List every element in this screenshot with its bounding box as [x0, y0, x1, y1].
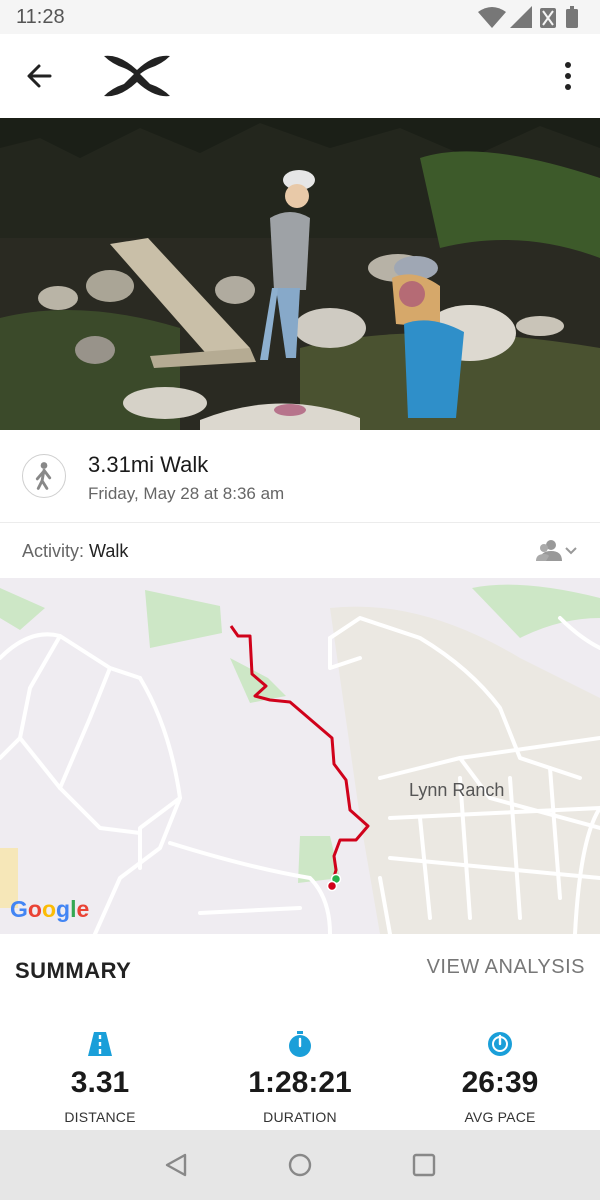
route-start-marker	[326, 880, 338, 892]
signal-icon	[510, 6, 532, 28]
privacy-friends-icon[interactable]	[534, 537, 580, 565]
stopwatch-icon	[289, 1031, 311, 1057]
wifi-icon	[478, 7, 506, 28]
distance-value: 3.31	[70, 1066, 130, 1099]
nav-recents-icon[interactable]	[408, 1149, 440, 1181]
no-sim-icon	[540, 8, 556, 28]
view-analysis-button[interactable]: VIEW ANALYSIS	[427, 956, 585, 979]
google-attribution: Google	[10, 896, 90, 922]
activity-date: Friday, May 28 at 8:36 am	[88, 484, 285, 503]
road-icon	[88, 1032, 112, 1056]
more-options-icon[interactable]	[552, 56, 584, 96]
distance-label: DISTANCE	[64, 1109, 136, 1125]
nav-home-icon[interactable]	[284, 1149, 316, 1181]
stats-row: 3.31 DISTANCE 1:28:21 DURATION 26:39 AVG…	[0, 1010, 600, 1132]
status-icons	[478, 6, 578, 28]
activity-photo[interactable]	[0, 118, 600, 430]
stat-distance: 3.31 DISTANCE	[0, 1010, 200, 1132]
status-bar: 11:28	[0, 0, 600, 34]
duration-label: DURATION	[263, 1109, 337, 1125]
activity-type-row[interactable]: Activity: Walk	[0, 522, 600, 578]
stat-duration: 1:28:21 DURATION	[200, 1010, 400, 1132]
activity-title: 3.31mi Walk	[88, 452, 209, 477]
map-place-label: Lynn Ranch	[409, 780, 505, 800]
stat-pace: 26:39 AVG PACE	[400, 1010, 600, 1132]
activity-header: 3.31mi Walk Friday, May 28 at 8:36 am	[0, 430, 600, 522]
status-time: 11:28	[16, 6, 65, 28]
activity-type-value: Walk	[89, 541, 129, 561]
summary-section: SUMMARY VIEW ANALYSIS	[0, 934, 600, 1010]
brand-logo-icon	[104, 55, 170, 97]
summary-title: SUMMARY	[15, 958, 132, 983]
map-canvas	[0, 578, 600, 934]
pace-label: AVG PACE	[464, 1109, 536, 1125]
speedometer-icon	[488, 1032, 512, 1056]
battery-icon	[566, 6, 578, 28]
route-map[interactable]: Lynn Ranch Google	[0, 578, 600, 934]
walking-person-icon	[22, 454, 66, 498]
nav-back-icon[interactable]	[160, 1149, 192, 1181]
back-arrow-icon[interactable]	[20, 56, 60, 96]
system-nav-bar	[0, 1130, 600, 1200]
app-bar	[0, 34, 600, 118]
chevron-down-icon	[565, 547, 577, 555]
duration-value: 1:28:21	[248, 1066, 352, 1099]
activity-type-label: Activity:	[22, 541, 85, 561]
pace-value: 26:39	[461, 1066, 539, 1099]
activity-type: Activity: Walk	[22, 541, 128, 562]
